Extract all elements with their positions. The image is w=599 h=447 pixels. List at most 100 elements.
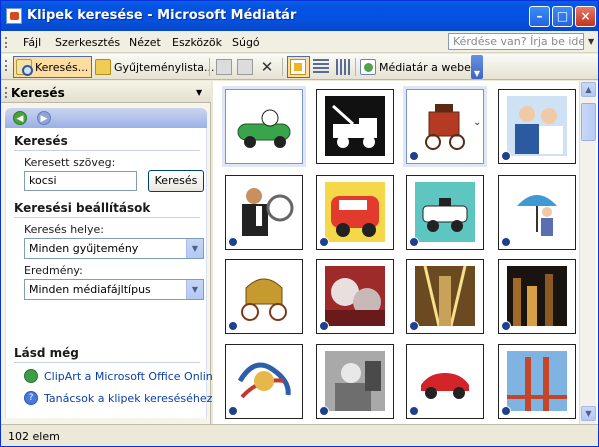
- bridge-photo-icon: [507, 351, 567, 411]
- clip-thumbnail[interactable]: [316, 175, 394, 250]
- search-button-label: Keresés...: [35, 60, 89, 74]
- pane-grip[interactable]: [5, 87, 7, 98]
- person-in-car-photo-icon: [325, 351, 385, 411]
- title-bar[interactable]: Klipek keresése - Microsoft Médiatár – □…: [1, 1, 598, 31]
- media-type-badge-icon: [409, 237, 419, 247]
- toolbar-options-chevron[interactable]: ▼: [471, 55, 483, 79]
- driver-clipart-icon: [234, 182, 294, 242]
- globe-icon: [24, 369, 38, 383]
- scroll-up-arrow[interactable]: ▲: [581, 82, 596, 97]
- chevron-down-icon[interactable]: ▼: [588, 37, 594, 46]
- clip-thumbnail[interactable]: [316, 259, 394, 334]
- maximize-button[interactable]: □: [552, 6, 573, 27]
- chevron-down-icon[interactable]: ▼: [186, 239, 203, 258]
- abstract-clipart-icon: [234, 351, 294, 411]
- collections-button[interactable]: Gyűjteménylista...: [93, 56, 215, 78]
- online-clipart-label: Médiatár a weben: [379, 60, 478, 74]
- clip-thumbnail[interactable]: [225, 175, 303, 250]
- window-title: Klipek keresése - Microsoft Médiatár: [27, 8, 297, 23]
- carriage-clipart-icon: [415, 96, 475, 156]
- task-pane-nav: ◀ ▶: [5, 108, 207, 128]
- help-question-input[interactable]: Kérdése van? Írja be ide.: [448, 33, 584, 50]
- scroll-thumb[interactable]: [581, 103, 596, 141]
- gallery-scrollbar[interactable]: ▲ ▼: [579, 81, 596, 424]
- media-type-badge-icon: [409, 151, 419, 161]
- results-type-select[interactable]: Minden médiafájltípus ▼: [24, 279, 204, 300]
- divider: [14, 217, 200, 218]
- race-car-clipart-icon: [234, 96, 294, 156]
- location-label: Keresés helye:: [24, 223, 104, 236]
- toolbar-grip[interactable]: [5, 60, 7, 71]
- globe-icon: [360, 59, 376, 75]
- menu-help[interactable]: Súgó: [232, 36, 260, 49]
- online-clipart-button[interactable]: Médiatár a weben: [358, 56, 478, 78]
- chevron-down-icon[interactable]: ▼: [196, 88, 202, 97]
- search-input[interactable]: kocsi: [24, 171, 137, 191]
- search-task-pane: Keresés ▼ ◀ ▶ Keresés Keresett szöveg: k…: [1, 81, 232, 424]
- toolbar-separator: [355, 58, 356, 76]
- chevron-down-icon[interactable]: ▼: [186, 280, 203, 299]
- menu-view[interactable]: Nézet: [129, 36, 161, 49]
- online-clipart-link[interactable]: ClipArt a Microsoft Office Online w: [24, 369, 232, 383]
- media-type-badge-icon: [501, 237, 511, 247]
- media-type-badge-icon: [501, 151, 511, 161]
- list-view-button[interactable]: [311, 56, 332, 78]
- item-count: 102 elem: [8, 430, 60, 443]
- status-bar: 102 elem: [1, 424, 598, 446]
- clip-thumbnail[interactable]: [316, 344, 394, 419]
- clip-thumbnail[interactable]: [406, 344, 484, 419]
- task-pane-header: Keresés ▼: [1, 81, 211, 103]
- search-submit-button[interactable]: Keresés: [148, 170, 204, 192]
- minimize-button[interactable]: –: [529, 6, 550, 27]
- copy-button[interactable]: [214, 56, 235, 78]
- location-select[interactable]: Minden gyűjtemény ▼: [24, 238, 204, 259]
- clip-thumbnail[interactable]: [406, 175, 484, 250]
- forward-arrow-icon[interactable]: ▶: [37, 111, 51, 125]
- task-pane-body: Keresés Keresett szöveg: kocsi Keresés K…: [5, 128, 232, 418]
- scroll-down-arrow[interactable]: ▼: [581, 406, 596, 421]
- delete-button[interactable]: ✕: [257, 56, 278, 78]
- chevron-down-icon[interactable]: ⌄: [473, 117, 483, 131]
- menu-tools[interactable]: Eszközök: [172, 36, 222, 49]
- details-view-button[interactable]: [334, 56, 355, 78]
- back-arrow-icon[interactable]: ◀: [13, 111, 27, 125]
- delete-icon: ✕: [260, 58, 274, 76]
- clip-thumbnail[interactable]: [406, 259, 484, 334]
- search-icon: [16, 59, 33, 76]
- menubar-grip[interactable]: [5, 37, 7, 48]
- options-section-title: Keresési beállítások: [14, 201, 151, 215]
- police-car-clipart-icon: [415, 182, 475, 242]
- search-tips-link[interactable]: ? Tanácsok a klipek kereséséhez: [24, 391, 212, 405]
- menu-edit[interactable]: Szerkesztés: [55, 36, 120, 49]
- toolbar-separator: [209, 58, 210, 76]
- clip-thumbnail[interactable]: [225, 259, 303, 334]
- media-type-badge-icon: [228, 406, 238, 416]
- media-type-badge-icon: [319, 237, 329, 247]
- divider: [14, 362, 200, 363]
- details-icon: [336, 59, 352, 75]
- search-tips-link-text: Tanácsok a klipek kereséséhez: [44, 391, 213, 405]
- clip-thumbnail[interactable]: [225, 344, 303, 419]
- clip-thumbnail[interactable]: [498, 89, 576, 164]
- search-button[interactable]: Keresés...: [13, 56, 93, 78]
- menu-file[interactable]: Fájl: [23, 36, 41, 49]
- toolbar-separator: [282, 58, 283, 76]
- clip-thumbnail[interactable]: [225, 89, 303, 164]
- menu-bar: Fájl Szerkesztés Nézet Eszközök Súgó Kér…: [1, 31, 598, 53]
- person-umbrella-clipart-icon: [507, 182, 567, 242]
- clip-thumbnail[interactable]: [498, 344, 576, 419]
- thumbnail-view-button[interactable]: [287, 56, 310, 78]
- media-type-badge-icon: [319, 406, 329, 416]
- taxi-clipart-icon: [325, 182, 385, 242]
- tunnel-photo-icon: [415, 265, 475, 327]
- clip-thumbnail[interactable]: [498, 259, 576, 334]
- location-selected: Minden gyűjtemény: [29, 242, 139, 255]
- paste-button[interactable]: [235, 56, 256, 78]
- results-type-selected: Minden médiafájltípus: [29, 283, 151, 296]
- clip-thumbnail[interactable]: [498, 175, 576, 250]
- help-icon: ?: [24, 391, 38, 405]
- online-clipart-link-text: ClipArt a Microsoft Office Online w: [44, 369, 233, 383]
- close-button[interactable]: ×: [575, 6, 596, 27]
- paste-icon: [237, 59, 253, 75]
- clip-thumbnail[interactable]: [316, 89, 394, 164]
